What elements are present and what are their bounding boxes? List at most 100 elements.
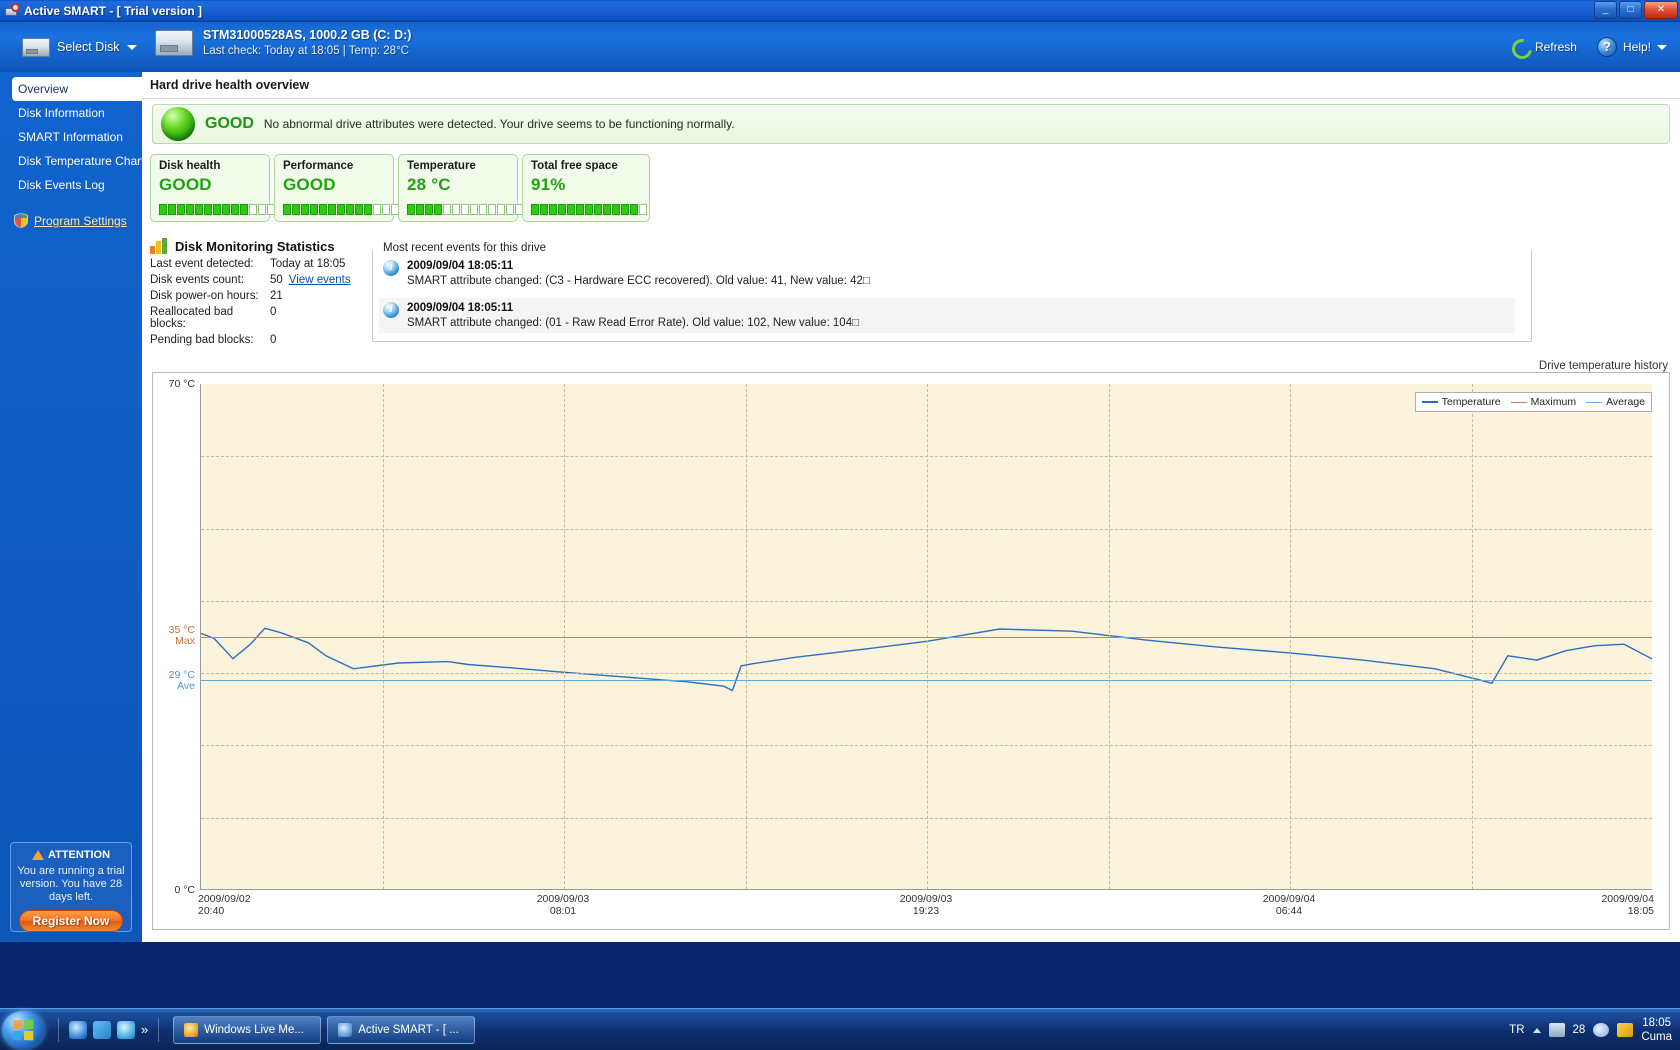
select-disk-button[interactable]: Select Disk [16,32,143,62]
window-controls: _ □ ✕ [1594,1,1678,19]
sidebar-item-label: SMART Information [18,130,123,144]
card-value: GOOD [283,175,336,194]
card-value: 28 °C [407,175,451,194]
gauge-cell [461,204,469,215]
gauge-cell [328,204,336,215]
show-desktop-icon[interactable] [93,1020,111,1039]
sidebar-item-disk-events-log[interactable]: Disk Events Log [0,173,142,197]
sidebar-item-overview[interactable]: Overview [12,77,142,101]
security-shield-icon[interactable] [1617,1023,1634,1037]
taskbar-item-windows-live[interactable]: Windows Live Me... [173,1015,322,1044]
gauge-cell [222,204,230,215]
divider [58,1017,59,1042]
event-row[interactable]: i 2009/09/04 18:05:11 SMART attribute ch… [379,298,1515,333]
stat-value: 50 [270,274,283,286]
x-axis-tick: 2009/09/02 20:40 [198,893,251,917]
start-button[interactable] [2,1010,44,1049]
x-axis-tick: 2009/09/04 06:44 [1262,893,1316,917]
gauge-cell [452,204,460,215]
quick-launch-overflow[interactable]: » [141,1022,148,1037]
maximize-button[interactable]: □ [1619,1,1642,19]
chart-legend: Temperature Maximum Average [1414,392,1652,412]
title-bar: Active SMART - [ Trial version ] _ □ ✕ [0,0,1680,22]
gauge-disk-health [159,204,275,215]
info-icon: i [383,302,399,318]
windows-taskbar: » Windows Live Me... Active SMART - [ ..… [0,1008,1680,1050]
gauge-cell [373,204,381,215]
page-title: Hard drive health overview [150,78,310,92]
card-title: Performance [283,160,354,172]
tray-temperature[interactable]: 28 [1573,1024,1586,1036]
event-message: SMART attribute changed: (01 - Raw Read … [407,317,860,329]
legend-swatch-average [1586,401,1603,403]
y-axis-max-annotation: 35 °C Max [152,625,195,647]
close-button[interactable]: ✕ [1644,1,1678,19]
statistics-title: Disk Monitoring Statistics [175,238,335,254]
sidebar-item-smart-information[interactable]: SMART Information [0,125,142,149]
gauge-cell [159,204,167,215]
stat-value: 0 [270,334,277,346]
legend-item-temperature: Temperature [1421,396,1501,408]
gauge-cell [337,204,345,215]
internet-explorer-icon[interactable] [69,1020,87,1039]
gauge-cell [310,204,318,215]
gauge-cell [540,204,548,215]
windows-live-messenger-icon [184,1022,199,1037]
gauge-cell [301,204,309,215]
attention-heading: ATTENTION [11,849,131,861]
legend-swatch-temperature [1421,401,1438,403]
gauge-cell [630,204,638,215]
chevron-down-icon [126,44,137,50]
view-events-link[interactable]: View events [289,274,351,286]
x-axis-tick: 2009/09/04 18:05 [1601,893,1654,917]
network-icon[interactable] [1548,1023,1565,1037]
register-now-button[interactable]: Register Now [19,910,123,932]
attention-title: ATTENTION [47,849,111,861]
health-status-banner: GOOD No abnormal drive attributes were d… [152,104,1670,144]
sidebar-item-disk-information[interactable]: Disk Information [0,101,142,125]
refresh-icon [1511,38,1529,56]
program-settings-label: Program Settings [34,213,127,228]
reference-line-average [201,680,1652,682]
clock[interactable]: 18:05 Cuma [1641,1016,1672,1044]
minimize-button[interactable]: _ [1594,1,1617,19]
card-value: GOOD [159,175,212,194]
gauge-cell [585,204,593,215]
sidebar-item-disk-temperature-chart[interactable]: Disk Temperature Chart [0,149,145,173]
refresh-button[interactable]: Refresh [1506,35,1582,59]
x-axis-tick: 2009/09/03 08:01 [536,893,590,917]
stat-key: Last event detected: [150,258,254,270]
gauge-cell [283,204,291,215]
divider [158,1017,160,1042]
shield-icon [14,213,28,228]
chevron-down-icon [1657,44,1667,50]
card-temperature: Temperature 28 °C [398,154,523,222]
temperature-history-chart: Drive temperature history 70 °C 0 °C 35 … [152,360,1670,930]
taskbar-item-active-smart[interactable]: Active SMART - [ ... [327,1015,476,1044]
card-value: 91% [531,175,566,194]
volume-icon[interactable] [1593,1023,1610,1037]
window-title: Active SMART - [ Trial version ] [24,3,203,18]
bar-chart-icon [150,238,168,254]
active-smart-icon [338,1022,353,1037]
gauge-cell [425,204,433,215]
language-indicator[interactable]: TR [1509,1024,1524,1036]
help-button[interactable]: ? Help! [1592,34,1672,60]
sidebar-item-program-settings[interactable]: Program Settings [0,213,142,228]
hard-disk-large-icon [155,29,193,56]
gauge-cell [231,204,239,215]
event-row[interactable]: i 2009/09/04 18:05:11 SMART attribute ch… [379,256,1515,291]
reference-line-maximum [201,637,1652,638]
gauge-cell [612,204,620,215]
chevron-up-icon[interactable] [1532,1027,1541,1033]
gauge-cell [382,204,390,215]
select-disk-label: Select Disk [57,40,120,54]
disk-monitoring-statistics: Disk Monitoring Statistics Last event de… [150,238,380,346]
y-axis-average-annotation: 29 °C Ave [152,670,195,692]
media-player-icon[interactable] [117,1020,135,1039]
status-message: No abnormal drive attributes were detect… [263,117,735,131]
stat-row: Reallocated bad blocks: 0 [150,306,380,330]
gauge-cell [479,204,487,215]
ave-sub-label: Ave [177,680,195,693]
gauge-cell [355,204,363,215]
